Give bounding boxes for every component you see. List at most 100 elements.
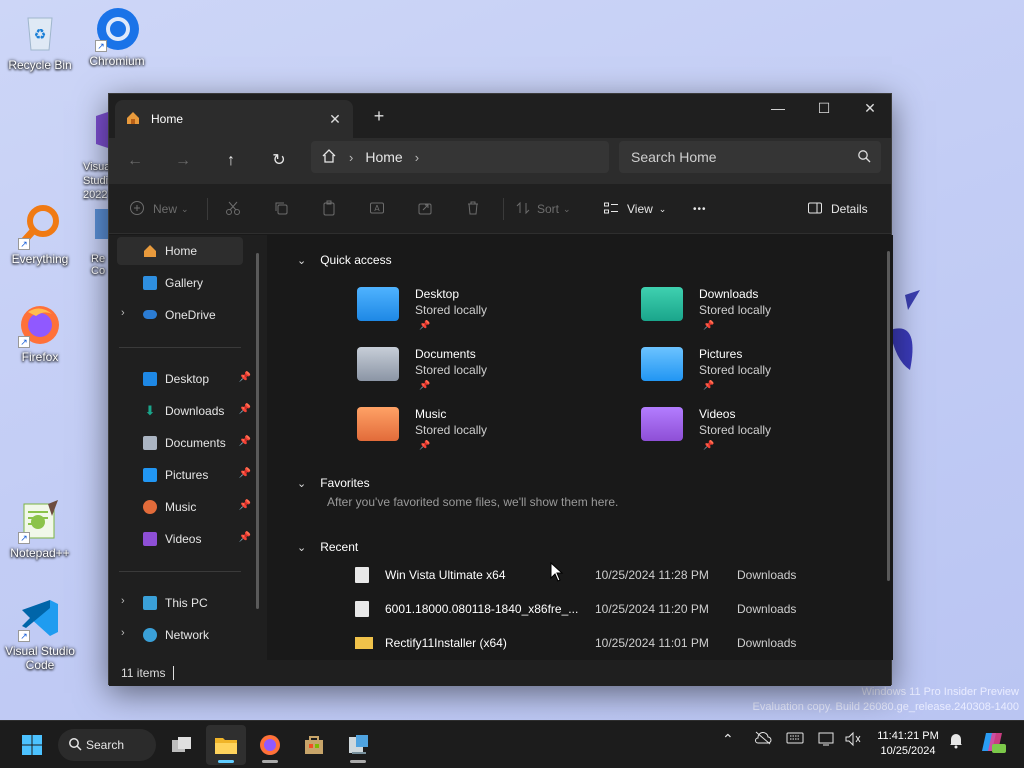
item-name: Pictures bbox=[699, 347, 743, 361]
section-quick-access[interactable]: ⌄ Quick access bbox=[297, 253, 392, 267]
quick-access-music[interactable]: Music Stored locally 📌 bbox=[357, 403, 577, 461]
quick-access-videos[interactable]: Videos Stored locally 📌 bbox=[641, 403, 861, 461]
sidebar-item-network[interactable]: › Network bbox=[117, 621, 243, 649]
home-icon bbox=[143, 244, 157, 258]
divider bbox=[207, 198, 208, 220]
more-options-button[interactable]: ••• bbox=[693, 198, 707, 220]
close-window-button[interactable]: ✕ bbox=[847, 94, 893, 124]
desktop-icon-firefox[interactable]: ↗ Firefox bbox=[0, 302, 80, 364]
back-button[interactable]: ← bbox=[119, 146, 151, 176]
paste-button[interactable] bbox=[321, 198, 337, 220]
taskbar-search[interactable]: Search bbox=[58, 729, 156, 761]
keyboard-icon[interactable] bbox=[786, 731, 804, 748]
everything-search-icon: ↗ bbox=[18, 204, 62, 250]
cut-button[interactable] bbox=[225, 198, 241, 220]
chevron-right-icon[interactable]: › bbox=[415, 150, 419, 165]
sort-button[interactable]: Sort ⌄ bbox=[515, 198, 571, 220]
sidebar-item-onedrive[interactable]: › OneDrive bbox=[117, 301, 243, 329]
desktop-icon-chromium[interactable]: ↗ Chromium bbox=[77, 6, 157, 68]
delete-button[interactable] bbox=[465, 198, 481, 220]
recent-row[interactable]: Win Vista Ultimate x64 10/25/2024 11:28 … bbox=[355, 563, 875, 587]
chevron-right-icon[interactable]: › bbox=[121, 627, 125, 639]
address-bar[interactable]: › Home › bbox=[311, 141, 609, 173]
desktop-icon-recycle-bin[interactable]: ♻ Recycle Bin bbox=[0, 10, 80, 72]
sidebar-item-pictures[interactable]: Pictures 📌 bbox=[117, 461, 251, 489]
documents-icon bbox=[143, 436, 157, 450]
chevron-right-icon[interactable]: › bbox=[349, 150, 353, 165]
copilot-icon[interactable] bbox=[980, 729, 1006, 758]
desktop-icon-visual-studio[interactable]: Visual Studio 2022 bbox=[77, 112, 108, 202]
quick-access-pictures[interactable]: Pictures Stored locally 📌 bbox=[641, 343, 861, 401]
pin-icon[interactable]: 📌 bbox=[239, 500, 251, 511]
view-button[interactable]: View ⌄ bbox=[603, 198, 666, 220]
volume-muted-icon[interactable] bbox=[844, 731, 862, 750]
tab-home[interactable]: Home ✕ bbox=[115, 100, 353, 138]
content-scrollbar[interactable] bbox=[887, 251, 890, 581]
taskbar-file-explorer[interactable] bbox=[206, 725, 246, 765]
pin-icon: 📌 bbox=[703, 320, 715, 330]
start-button[interactable] bbox=[12, 725, 52, 765]
sidebar-item-desktop[interactable]: Desktop 📌 bbox=[117, 365, 251, 393]
pin-icon[interactable]: 📌 bbox=[239, 468, 251, 479]
desktop-icon-everything[interactable]: ↗ Everything bbox=[0, 204, 80, 266]
taskbar-installer-app[interactable] bbox=[338, 725, 378, 765]
onedrive-offline-icon[interactable] bbox=[754, 731, 772, 748]
chevron-right-icon[interactable]: › bbox=[121, 595, 125, 607]
desktop-icon-re-co[interactable]: Re Co bbox=[77, 205, 108, 277]
copy-button[interactable] bbox=[273, 198, 289, 220]
windows-logo-icon bbox=[22, 735, 42, 755]
sidebar-item-home[interactable]: Home bbox=[117, 237, 243, 265]
shortcut-arrow-icon: ↗ bbox=[18, 630, 30, 642]
breadcrumb-home[interactable]: Home bbox=[365, 149, 402, 165]
show-hidden-icons-chevron-up-icon[interactable]: ⌃ bbox=[722, 731, 734, 748]
rename-button[interactable]: A bbox=[369, 198, 385, 220]
search-placeholder: Search Home bbox=[631, 149, 717, 165]
recent-row[interactable]: Rectify11Installer (x64) 10/25/2024 11:0… bbox=[355, 631, 875, 655]
system-clock[interactable]: 11:41:21 PM 10/25/2024 bbox=[870, 729, 946, 759]
pin-icon[interactable]: 📌 bbox=[239, 532, 251, 543]
search-box[interactable]: Search Home bbox=[619, 141, 881, 173]
network-icon bbox=[143, 628, 157, 642]
divider bbox=[119, 347, 241, 348]
pin-icon[interactable]: 📌 bbox=[239, 404, 251, 415]
svg-text:♻: ♻ bbox=[34, 27, 47, 43]
sidebar-item-this-pc[interactable]: › This PC bbox=[117, 589, 243, 617]
sidebar-item-documents[interactable]: Documents 📌 bbox=[117, 429, 251, 457]
close-tab-icon[interactable]: ✕ bbox=[323, 107, 347, 131]
sidebar-item-downloads[interactable]: ⬇ Downloads 📌 bbox=[117, 397, 251, 425]
recent-row[interactable]: 6001.18000.080118-1840_x86fre_... 10/25/… bbox=[355, 597, 875, 621]
section-favorites[interactable]: ⌄ Favorites bbox=[297, 476, 370, 490]
section-recent[interactable]: ⌄ Recent bbox=[297, 540, 358, 554]
maximize-button[interactable]: ☐ bbox=[801, 94, 847, 124]
quick-access-downloads[interactable]: Downloads Stored locally 📌 bbox=[641, 283, 861, 341]
details-pane-icon bbox=[807, 200, 823, 219]
pin-icon[interactable]: 📌 bbox=[239, 436, 251, 447]
details-pane-button[interactable]: Details bbox=[807, 198, 868, 220]
chevron-right-icon[interactable]: › bbox=[121, 307, 125, 319]
desktop-icon-vscode[interactable]: ↗ Visual Studio Code bbox=[0, 596, 80, 672]
desktop-icon-label: Notepad++ bbox=[10, 546, 70, 560]
taskbar-store[interactable] bbox=[294, 725, 334, 765]
sidebar-item-videos[interactable]: Videos 📌 bbox=[117, 525, 251, 553]
pin-icon[interactable]: 📌 bbox=[239, 372, 251, 383]
network-status-icon[interactable] bbox=[818, 731, 836, 750]
quick-access-desktop[interactable]: Desktop Stored locally 📌 bbox=[357, 283, 577, 341]
minimize-button[interactable]: — bbox=[755, 94, 801, 124]
up-button[interactable]: ↑ bbox=[215, 146, 247, 176]
refresh-button[interactable]: ↻ bbox=[263, 146, 295, 176]
quick-access-documents[interactable]: Documents Stored locally 📌 bbox=[357, 343, 577, 401]
desktop-icon-notepad-plus-plus[interactable]: ↗ Notepad++ bbox=[0, 498, 80, 560]
taskbar-firefox[interactable] bbox=[250, 725, 290, 765]
sort-arrows-icon bbox=[515, 200, 531, 219]
task-view-button[interactable] bbox=[162, 725, 202, 765]
sidebar-item-gallery[interactable]: Gallery bbox=[117, 269, 243, 297]
desktop-icon-label: Visual Studio Code bbox=[5, 644, 75, 672]
share-button[interactable] bbox=[417, 198, 433, 220]
notification-bell-icon[interactable] bbox=[948, 731, 964, 752]
sidebar-scrollbar[interactable] bbox=[256, 253, 259, 609]
share-icon bbox=[417, 200, 433, 219]
forward-button[interactable]: → bbox=[167, 146, 199, 176]
new-button[interactable]: New ⌄ bbox=[129, 198, 189, 220]
sidebar-item-music[interactable]: Music 📌 bbox=[117, 493, 251, 521]
new-tab-button[interactable]: + bbox=[367, 104, 391, 128]
